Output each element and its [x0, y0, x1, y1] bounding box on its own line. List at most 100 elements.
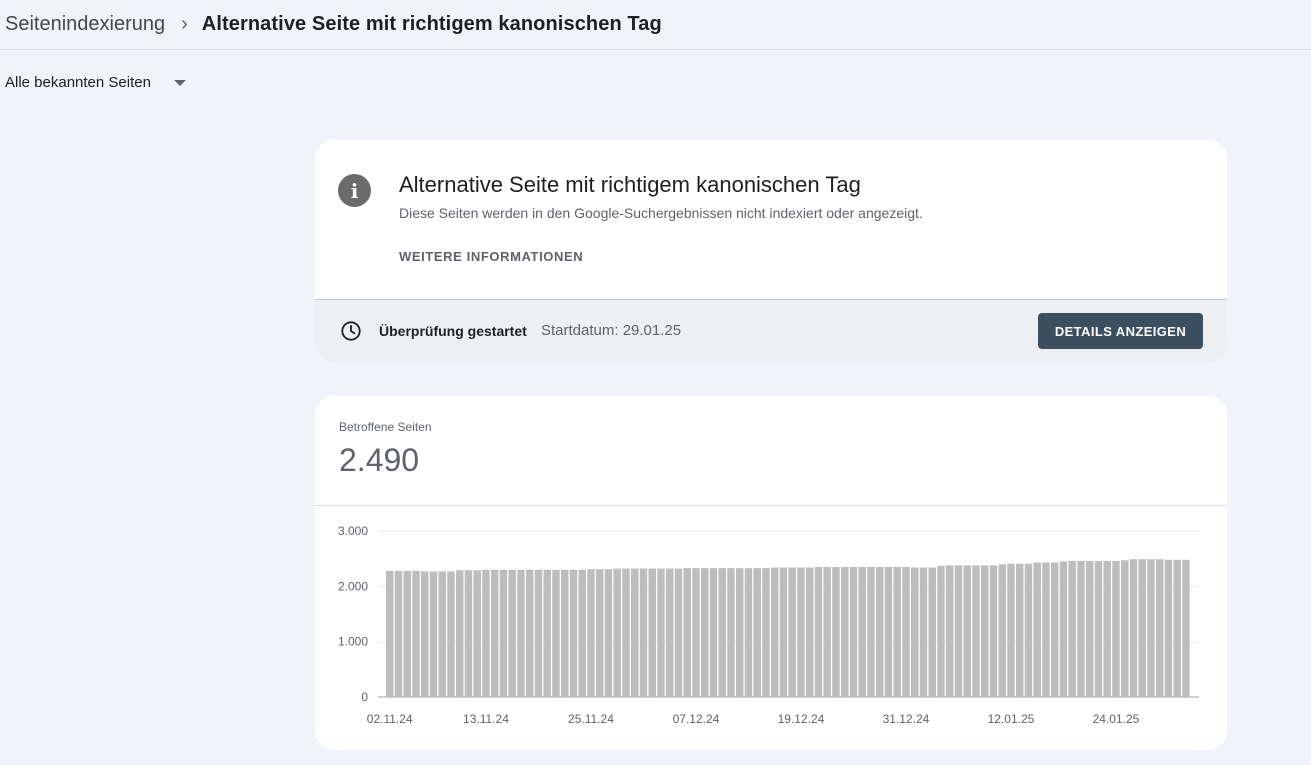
chart-bar[interactable]	[666, 568, 674, 697]
chart-bar[interactable]	[806, 567, 814, 697]
chart-bar[interactable]	[429, 571, 438, 697]
chart-bar[interactable]	[578, 569, 586, 697]
chart-bar[interactable]	[954, 565, 963, 697]
chart-bar[interactable]	[937, 565, 945, 697]
chart-bar[interactable]	[1059, 561, 1068, 697]
chart-bar[interactable]	[972, 565, 980, 697]
chart-bar[interactable]	[1016, 563, 1024, 697]
chart-bar[interactable]	[622, 568, 630, 697]
chart-bar[interactable]	[561, 569, 569, 697]
chart-bar[interactable]	[657, 568, 665, 697]
chart-bar[interactable]	[1173, 559, 1181, 697]
chart-bar[interactable]	[604, 569, 613, 697]
chart-bar[interactable]	[902, 566, 910, 697]
chart-bar[interactable]	[753, 568, 761, 697]
chart-bar[interactable]	[639, 568, 648, 697]
chart-bar[interactable]	[692, 568, 700, 697]
chart-bar[interactable]	[552, 569, 560, 697]
chart-bar[interactable]	[989, 565, 998, 697]
chart-bar[interactable]	[1112, 560, 1120, 697]
chart-bar[interactable]	[1007, 563, 1015, 697]
chart-bar[interactable]	[1077, 560, 1085, 697]
chart-bar[interactable]	[1156, 559, 1164, 697]
chart-bar[interactable]	[867, 566, 875, 697]
chart-bar[interactable]	[447, 571, 455, 697]
chart-bar[interactable]	[631, 568, 639, 697]
chart-bar[interactable]	[491, 569, 499, 697]
chart-bar[interactable]	[1024, 563, 1033, 697]
x-tick-label: 25.11.24	[568, 712, 614, 726]
chart-bar[interactable]	[893, 566, 901, 697]
chart-bar[interactable]	[1086, 560, 1094, 697]
chart-bar[interactable]	[981, 565, 989, 697]
breadcrumb-parent[interactable]: Seitenindexierung	[5, 13, 165, 36]
chart-bar[interactable]	[1094, 560, 1103, 697]
chart-bar[interactable]	[779, 567, 788, 697]
chart-bar[interactable]	[1182, 559, 1190, 697]
chart-bar[interactable]	[1103, 560, 1111, 697]
chart-bar[interactable]	[438, 571, 446, 697]
chart-bar[interactable]	[1068, 560, 1076, 697]
chart-bar[interactable]	[543, 569, 551, 697]
chart-bar[interactable]	[1129, 559, 1138, 697]
chart-bar[interactable]	[1033, 562, 1041, 697]
chart-bar[interactable]	[1164, 559, 1173, 697]
chart-bar[interactable]	[412, 570, 420, 697]
chart-bar[interactable]	[517, 569, 525, 697]
chart-bar[interactable]	[884, 566, 893, 697]
pages-filter-dropdown[interactable]: Alle bekannten Seiten	[5, 74, 186, 91]
chart-bar[interactable]	[744, 568, 753, 697]
chart-bar[interactable]	[1121, 560, 1129, 697]
chart-bar[interactable]	[911, 567, 919, 697]
chart-bar[interactable]	[849, 566, 858, 697]
x-tick-label: 19.12.24	[778, 712, 825, 726]
chart-bar[interactable]	[919, 567, 928, 697]
chart-bar[interactable]	[771, 567, 779, 697]
chart-bar[interactable]	[613, 568, 621, 697]
chart-bar[interactable]	[788, 567, 796, 697]
chart-bar[interactable]	[648, 568, 656, 697]
chart-bar[interactable]	[701, 568, 709, 697]
chart-bar[interactable]	[963, 565, 971, 697]
chart-bar[interactable]	[499, 569, 508, 697]
chart-bar[interactable]	[482, 569, 490, 697]
chart-bar[interactable]	[814, 566, 823, 697]
chart-bar[interactable]	[1147, 559, 1155, 697]
chart-bar[interactable]	[534, 569, 543, 697]
learn-more-link[interactable]: WEITERE INFORMATIONEN	[399, 249, 583, 264]
chart-bar[interactable]	[998, 564, 1006, 697]
chart-bar[interactable]	[526, 569, 534, 697]
chart-bar[interactable]	[569, 569, 578, 697]
chart-bar[interactable]	[587, 569, 595, 697]
chart-bar[interactable]	[386, 570, 394, 697]
chart-bar[interactable]	[718, 568, 726, 697]
view-details-button[interactable]: DETAILS ANZEIGEN	[1038, 313, 1203, 349]
chart-bar[interactable]	[709, 568, 718, 697]
chart-bar[interactable]	[762, 568, 770, 697]
chart-bar[interactable]	[876, 566, 884, 697]
chart-bar[interactable]	[823, 566, 831, 697]
chart-bar[interactable]	[1138, 559, 1146, 697]
chart-bar[interactable]	[1042, 562, 1050, 697]
chart-bar[interactable]	[797, 567, 805, 697]
chart-bar[interactable]	[464, 570, 473, 697]
chart-bar[interactable]	[1051, 562, 1059, 697]
chart-bar[interactable]	[403, 570, 411, 697]
chart-bar[interactable]	[841, 566, 849, 697]
chart-bar[interactable]	[683, 568, 691, 697]
chart-bar[interactable]	[674, 568, 683, 697]
chart-bar[interactable]	[727, 568, 735, 697]
chart-bar[interactable]	[596, 569, 604, 697]
chart-bar[interactable]	[858, 566, 866, 697]
chart-bar[interactable]	[928, 567, 936, 697]
chart-bar[interactable]	[946, 565, 954, 697]
chart-bar[interactable]	[394, 570, 403, 697]
chart-bar[interactable]	[456, 570, 464, 697]
chart-bar[interactable]	[832, 566, 840, 697]
chart-bar[interactable]	[736, 568, 744, 697]
chart-bar[interactable]	[508, 569, 516, 697]
chart-bar[interactable]	[473, 570, 481, 697]
chart-bar[interactable]	[421, 571, 429, 697]
y-tick-label: 0	[361, 690, 368, 704]
filter-selected-value: Alle bekannten Seiten	[5, 74, 151, 91]
